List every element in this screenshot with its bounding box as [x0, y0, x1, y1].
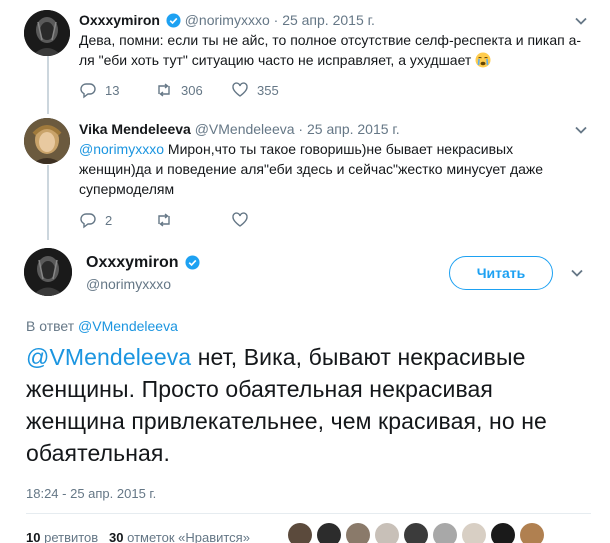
retweet-label[interactable]: ретвитов	[44, 530, 98, 543]
thread-line	[47, 56, 49, 114]
retweet-button[interactable]: 306	[155, 81, 231, 99]
chevron-down-icon[interactable]	[570, 266, 584, 280]
tweet-header: Vika Mendeleeva @VMendeleeva · 25 апр. 2…	[79, 121, 400, 137]
tweet-header: Oxxxymiron @norimyxxxo · 25 апр. 2015 г.	[79, 12, 375, 28]
thread-line	[47, 165, 49, 240]
heart-icon	[232, 212, 248, 227]
mention-link[interactable]: @VMendeleeva	[78, 318, 178, 334]
avatar[interactable]	[433, 523, 457, 543]
heart-icon	[232, 82, 248, 97]
tweet-actions: 13 306 355	[79, 81, 307, 99]
avatar[interactable]	[346, 523, 370, 543]
follow-button[interactable]: Читать	[449, 256, 553, 290]
tweet-text: Дева, помни: если ты не айс, то полное о…	[79, 30, 589, 70]
separator-dot: ·	[273, 12, 279, 28]
mention-link[interactable]: @VMendeleeva	[26, 344, 191, 370]
tweet-date[interactable]: 25 апр. 2015 г.	[307, 121, 400, 137]
avatar[interactable]	[24, 118, 70, 164]
like-count[interactable]: 30	[109, 530, 123, 543]
display-name[interactable]: Oxxxymiron	[86, 254, 200, 272]
retweet-button[interactable]	[155, 211, 231, 229]
display-name[interactable]: Vika Mendeleeva	[79, 121, 191, 137]
tweet-text: @norimyxxxo Мирон,что ты такое говоришь)…	[79, 139, 559, 199]
reply-prefix: В ответ	[26, 318, 79, 334]
display-name-text[interactable]: Oxxxymiron	[86, 254, 178, 271]
reply-icon	[80, 213, 96, 229]
retweet-icon	[158, 213, 170, 227]
likers-avatars	[288, 523, 549, 543]
tweet-text-body: Дева, помни: если ты не айс, то полное о…	[79, 32, 582, 68]
avatar[interactable]	[24, 10, 70, 56]
tweet-text: @VMendeleeva нет, Вика, бывают некрасивы…	[26, 341, 596, 469]
chevron-down-icon[interactable]	[574, 14, 588, 28]
reply-count: 13	[105, 82, 120, 98]
avatar[interactable]	[462, 523, 486, 543]
avatar[interactable]	[375, 523, 399, 543]
retweet-icon	[158, 83, 170, 97]
handle[interactable]: @VMendeleeva	[195, 121, 295, 137]
like-count: 355	[257, 82, 279, 98]
like-button[interactable]	[231, 211, 307, 229]
separator-dot: ·	[298, 121, 304, 137]
retweet-count: 306	[181, 82, 203, 98]
reply-button[interactable]: 13	[79, 81, 155, 99]
reply-context: В ответ @VMendeleeva	[26, 318, 178, 334]
avatar[interactable]	[491, 523, 515, 543]
like-button[interactable]: 355	[231, 81, 307, 99]
avatar[interactable]	[404, 523, 428, 543]
chevron-down-icon[interactable]	[574, 123, 588, 137]
tweet-timestamp[interactable]: 18:24 - 25 апр. 2015 г.	[26, 486, 156, 501]
avatar[interactable]	[24, 248, 72, 296]
crying-face-icon	[475, 52, 491, 68]
tweet-actions: 2	[79, 211, 307, 229]
tweet-stats: 10 ретвитов 30 отметок «Нравится»	[26, 530, 250, 543]
handle[interactable]: @norimyxxxo	[86, 276, 171, 292]
reply-icon	[80, 83, 96, 99]
retweet-count[interactable]: 10	[26, 530, 40, 543]
like-label[interactable]: отметок «Нравится»	[127, 530, 250, 543]
display-name[interactable]: Oxxxymiron	[79, 12, 160, 28]
verified-icon	[185, 255, 200, 270]
avatar[interactable]	[288, 523, 312, 543]
mention-link[interactable]: @norimyxxxo	[79, 141, 164, 157]
tweet-date[interactable]: 25 апр. 2015 г.	[282, 12, 375, 28]
handle[interactable]: @norimyxxxo	[185, 12, 270, 28]
verified-icon	[166, 13, 181, 28]
reply-button[interactable]: 2	[79, 211, 155, 229]
divider	[26, 513, 591, 514]
avatar[interactable]	[317, 523, 341, 543]
reply-count: 2	[105, 212, 113, 228]
avatar[interactable]	[520, 523, 544, 543]
